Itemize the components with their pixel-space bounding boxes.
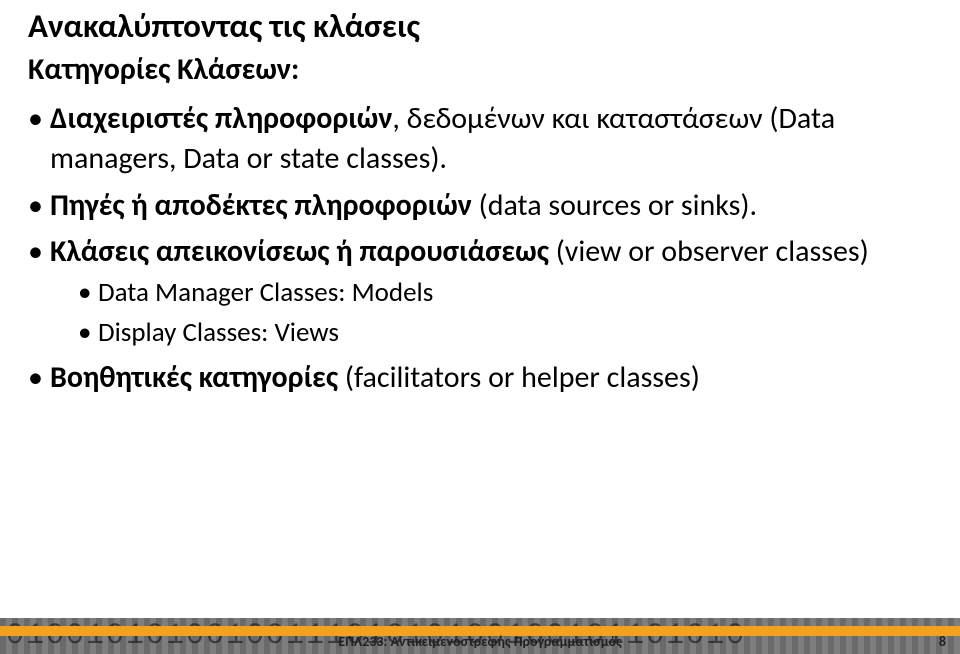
list-item: Data Manager Classes: Models: [78, 275, 932, 311]
sublist: Data Manager Classes: Models Display Cla…: [50, 275, 932, 352]
sub-text: Display Classes: Views: [98, 316, 339, 349]
bullet-bold: Διαχειριστές πληροφοριών: [50, 100, 392, 137]
slide: Ανακαλύπτοντας τις κλάσεις Κατηγορίες Κλ…: [0, 0, 960, 654]
bullet-bold: Πηγές ή αποδέκτες πληροφοριών: [50, 187, 472, 224]
list-item: Πηγές ή αποδέκτες πληροφοριών (data sour…: [28, 186, 932, 227]
footer-course: ΕΠΛ233: Αντικειμενοστρεφής Προγραμματισμ…: [0, 633, 960, 650]
subtitle: Κατηγορίες Κλάσεων:: [28, 50, 932, 89]
list-item: Display Classes: Views: [78, 315, 932, 351]
bullet-bold: Κλάσεις απεικονίσεως ή παρουσιάσεως: [50, 233, 549, 270]
page-number: 8: [939, 633, 946, 650]
bullet-list: Διαχειριστές πληροφοριών, δεδομένων και …: [28, 99, 932, 398]
slide-content: Ανακαλύπτοντας τις κλάσεις Κατηγορίες Κλ…: [0, 0, 960, 398]
list-item: Βοηθητικές κατηγορίες (facilitators or h…: [28, 358, 932, 399]
footer: 0100101010010011101010100100101101010 ΕΠ…: [0, 598, 960, 654]
sub-text: Data Manager Classes: Models: [98, 276, 433, 309]
bullet-rest: (view or observer classes): [549, 233, 869, 270]
page-title: Ανακαλύπτοντας τις κλάσεις: [28, 8, 932, 46]
list-item: Κλάσεις απεικονίσεως ή παρουσιάσεως (vie…: [28, 232, 932, 351]
list-item: Διαχειριστές πληροφοριών, δεδομένων και …: [28, 99, 932, 180]
bullet-bold: Βοηθητικές κατηγορίες: [50, 359, 338, 396]
bullet-rest: (data sources or sinks).: [472, 187, 757, 224]
bullet-rest: (facilitators or helper classes): [338, 359, 700, 396]
